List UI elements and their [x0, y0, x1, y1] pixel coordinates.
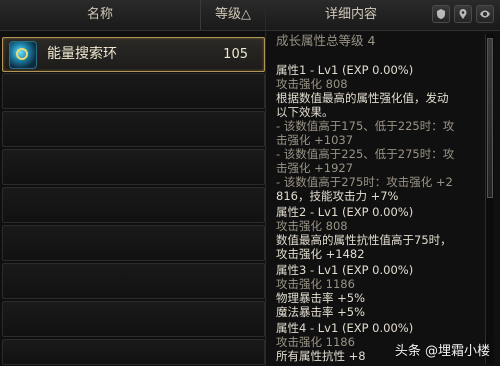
attribute-header: 属性1 - Lv1 (EXP 0.00%)	[276, 63, 414, 77]
detail-line: 攻击强化 808	[276, 219, 348, 233]
detail-line: 攻击强化 1186	[276, 335, 355, 349]
shield-icon-glyph	[437, 9, 445, 19]
item-row-empty[interactable]	[2, 73, 265, 109]
item-rows: 能量搜索环 105	[0, 31, 265, 366]
item-row-selected[interactable]: 能量搜索环 105	[2, 37, 265, 72]
item-row-empty[interactable]	[2, 225, 265, 261]
item-row-empty[interactable]	[2, 187, 265, 223]
detail-line: 以下效果。	[276, 105, 334, 119]
item-list-header: 名称 等级△	[0, 0, 265, 31]
detail-line: 击强化 +1037	[276, 133, 354, 147]
detail-line: 物理暴击率 +5%	[276, 291, 366, 305]
detail-line: 数值最高的属性抗性值高于75时，	[276, 233, 452, 247]
attribute-header: 属性4 - Lv1 (EXP 0.00%)	[276, 321, 414, 335]
details-scroll-thumb[interactable]	[487, 38, 493, 198]
item-row-empty[interactable]	[2, 339, 265, 365]
item-name: 能量搜索环	[47, 46, 117, 62]
detail-line: 攻击强化 1186	[276, 277, 355, 291]
details-scrollbar[interactable]	[485, 34, 494, 364]
attribute-header: 属性3 - Lv1 (EXP 0.00%)	[276, 263, 414, 277]
item-row-empty[interactable]	[2, 149, 265, 185]
attribute-header: 属性2 - Lv1 (EXP 0.00%)	[276, 205, 414, 219]
details-text: 成长属性总等级 4 属性1 - Lv1 (EXP 0.00%) 攻击强化 808…	[276, 30, 482, 366]
item-row-empty[interactable]	[2, 111, 265, 147]
detail-line: 根据数值最高的属性强化值，发动	[276, 91, 449, 105]
map-pin-icon[interactable]	[454, 5, 472, 23]
eye-icon[interactable]	[476, 5, 494, 23]
item-row-empty[interactable]	[2, 301, 265, 337]
details-panel: 详细内容 成长属性总等级 4 属性1 - Lv1 (EXP 0.00%) 攻击强…	[266, 0, 500, 366]
detail-line: 攻击强化 +1482	[276, 247, 365, 261]
energy-search-ring-icon	[9, 41, 37, 69]
name-column-header[interactable]: 名称	[0, 0, 201, 30]
detail-line: 魔法暴击率 +5%	[276, 305, 366, 319]
detail-line: - 该数值高于225、低于275时：攻	[276, 147, 455, 161]
details-title: 详细内容	[324, 7, 377, 22]
detail-line: - 该数值高于275时：攻击强化 +2	[276, 175, 453, 189]
growth-summary: 成长属性总等级 4	[276, 33, 376, 48]
details-header-icons	[432, 5, 494, 25]
level-column-header[interactable]: 等级△	[201, 0, 265, 30]
detail-line: 所有属性抗性 +8	[276, 349, 366, 363]
shield-icon[interactable]	[432, 5, 450, 23]
detail-line: 攻击强化 808	[276, 77, 348, 91]
item-level: 105	[223, 47, 248, 62]
watermark: 头条 @埋霜小楼	[394, 344, 490, 359]
detail-line: 816，技能攻击力 +7%	[276, 189, 399, 203]
map-pin-icon-glyph	[459, 9, 467, 19]
detail-line: - 该数值高于175、低于225时：攻	[276, 119, 455, 133]
item-list-panel: 名称 等级△ 能量搜索环 105	[0, 0, 266, 366]
game-item-window: 名称 等级△ 能量搜索环 105 详细内容 成长属性总等级 4 属性1 - Lv…	[0, 0, 500, 366]
eye-icon-glyph	[480, 10, 490, 18]
item-row-empty[interactable]	[2, 263, 265, 299]
detail-line: 击强化 +1927	[276, 161, 354, 175]
details-header: 详细内容	[266, 0, 500, 31]
